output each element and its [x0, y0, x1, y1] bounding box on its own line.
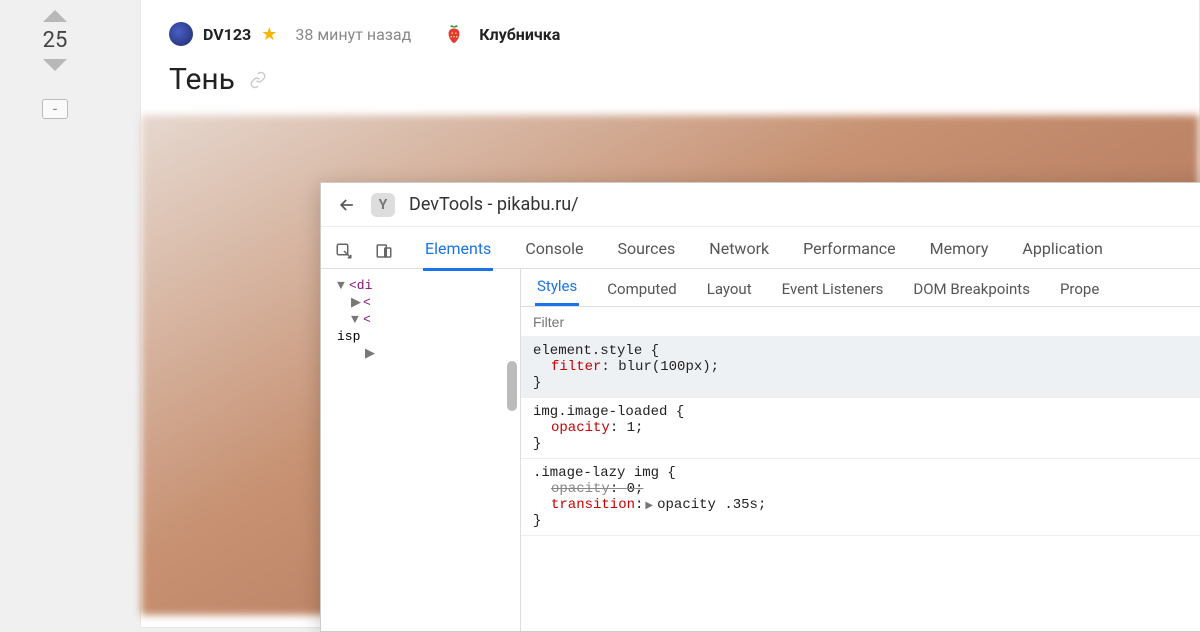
tab-application[interactable]: Application	[1020, 231, 1104, 271]
tab-sources[interactable]: Sources	[615, 231, 677, 271]
devtools-titlebar: Y DevTools - pikabu.ru/	[321, 183, 1200, 227]
dom-node[interactable]: <di	[349, 278, 372, 293]
dom-node[interactable]: <	[363, 312, 371, 327]
subtab-layout[interactable]: Layout	[705, 274, 754, 306]
downvote-button[interactable]	[43, 59, 67, 71]
inspect-icon[interactable]	[335, 242, 353, 260]
upvote-button[interactable]	[43, 10, 67, 22]
device-toggle-icon[interactable]	[375, 242, 393, 260]
browser-icon: Y	[371, 193, 395, 217]
rule-selector[interactable]: .image-lazy img	[533, 465, 659, 481]
tab-performance[interactable]: Performance	[801, 231, 898, 271]
devtools-title: DevTools - pikabu.ru/	[409, 194, 579, 215]
css-value[interactable]: 0	[627, 481, 635, 497]
post-time: 38 минут назад	[295, 25, 411, 44]
tab-network[interactable]: Network	[707, 231, 771, 271]
devtools-body: ▼<di ▶< ▼< isp ▶ Styles Computed Layout …	[321, 269, 1200, 631]
css-rule[interactable]: .image-lazy img { opacity: 0; transition…	[521, 459, 1200, 536]
css-rules: element.style { filter: blur(100px); } i…	[521, 337, 1200, 536]
css-value[interactable]: 1	[627, 420, 635, 436]
css-rule[interactable]: element.style { filter: blur(100px); }	[521, 337, 1200, 398]
tab-memory[interactable]: Memory	[928, 231, 991, 271]
subtab-dom-breakpoints[interactable]: DOM Breakpoints	[911, 274, 1032, 306]
filter-row	[521, 307, 1200, 337]
rule-selector[interactable]: img.image-loaded	[533, 404, 667, 420]
devtools-tabs: Elements Console Sources Network Perform…	[423, 231, 1105, 271]
css-property[interactable]: opacity	[551, 481, 610, 497]
subtab-event-listeners[interactable]: Event Listeners	[780, 274, 886, 306]
css-property[interactable]: opacity	[551, 420, 610, 436]
expand-icon[interactable]: ▶	[645, 501, 653, 512]
dom-tree-panel[interactable]: ▼<di ▶< ▼< isp ▶	[321, 269, 521, 631]
devtools-window: Y DevTools - pikabu.ru/ Elements Console…	[320, 182, 1200, 632]
tag-link[interactable]: Клубничка	[479, 25, 560, 44]
star-icon: ★	[261, 24, 277, 45]
filter-input[interactable]	[533, 314, 1200, 330]
tab-elements[interactable]: Elements	[423, 231, 493, 271]
avatar[interactable]	[169, 22, 193, 46]
css-value[interactable]: opacity .35s	[657, 497, 758, 513]
dom-node[interactable]: <	[363, 295, 371, 310]
css-property[interactable]: transition	[551, 497, 635, 513]
css-rule[interactable]: img.image-loaded { opacity: 1; }	[521, 398, 1200, 459]
strawberry-icon	[443, 23, 465, 45]
subtab-styles[interactable]: Styles	[535, 271, 579, 306]
post-title[interactable]: Тень	[169, 62, 235, 97]
vote-sidebar: 25 -	[30, 10, 80, 119]
permalink-icon[interactable]	[249, 71, 267, 89]
styles-subtabs: Styles Computed Layout Event Listeners D…	[521, 269, 1200, 307]
dom-text: isp	[337, 329, 360, 344]
post-header: DV123 ★ 38 минут назад Клубничка	[141, 0, 1199, 56]
subtab-computed[interactable]: Computed	[605, 274, 679, 306]
css-property[interactable]: filter	[551, 359, 601, 375]
styles-panel: Styles Computed Layout Event Listeners D…	[521, 269, 1200, 631]
collapse-button[interactable]: -	[42, 99, 68, 119]
rule-selector[interactable]: element.style	[533, 343, 642, 359]
username-link[interactable]: DV123	[203, 25, 251, 44]
back-icon[interactable]	[337, 195, 357, 215]
subtab-properties[interactable]: Prope	[1058, 274, 1101, 306]
post-title-row: Тень	[141, 56, 1199, 115]
devtools-toolbar: Elements Console Sources Network Perform…	[321, 227, 1200, 269]
scrollbar-thumb[interactable]	[507, 361, 517, 411]
css-value[interactable]: blur(100px)	[618, 359, 710, 375]
tab-console[interactable]: Console	[523, 231, 585, 271]
vote-score: 25	[43, 28, 68, 53]
